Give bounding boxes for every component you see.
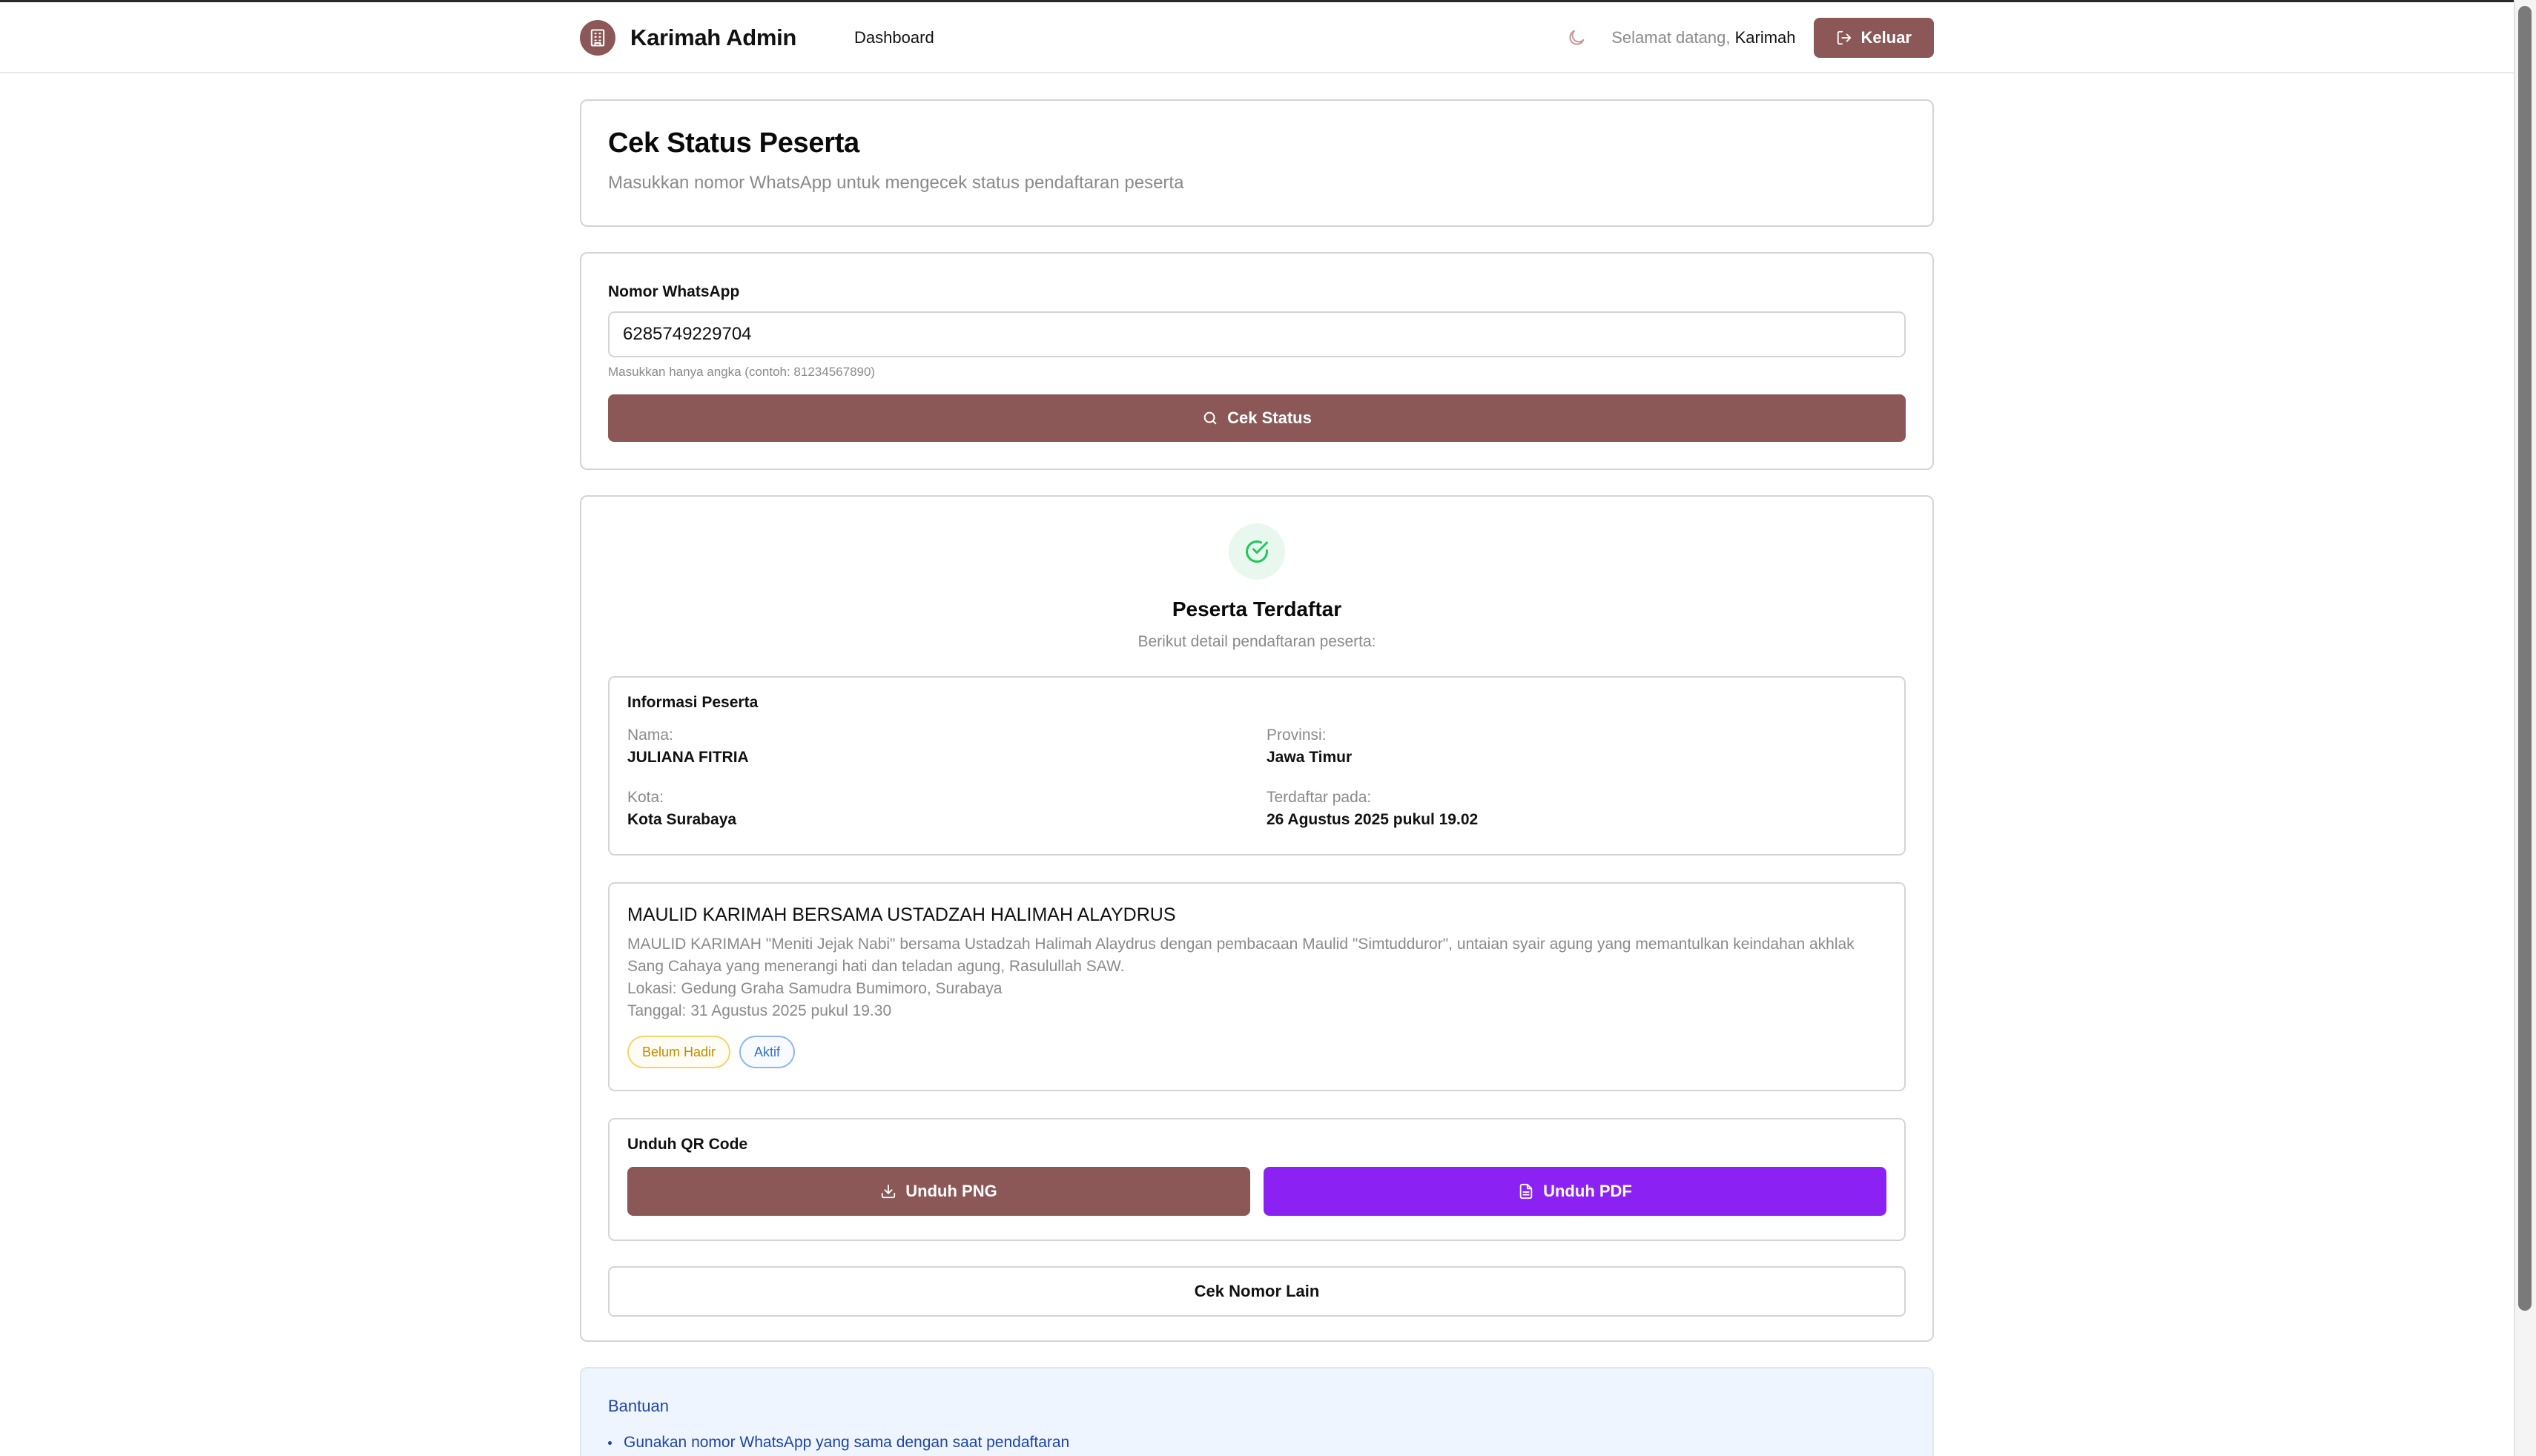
city-field: Kota: Kota Surabaya: [627, 789, 1267, 829]
province-field: Provinsi: Jawa Timur: [1267, 727, 1886, 767]
moon-icon[interactable]: [1564, 25, 1589, 50]
brand-name[interactable]: Karimah Admin: [630, 24, 796, 51]
logout-button[interactable]: Keluar: [1813, 18, 1934, 58]
event-location: Lokasi: Gedung Graha Samudra Bumimoro, S…: [627, 980, 1003, 997]
qr-buttons: Unduh PNG Unduh PDF: [627, 1167, 1886, 1216]
check-status-button[interactable]: Cek Status: [608, 394, 1906, 442]
result-subtitle: Berikut detail pendaftaran peserta:: [1137, 633, 1376, 650]
name-value: JULIANA FITRIA: [627, 749, 749, 766]
bullet-icon: [608, 1440, 612, 1445]
event-badges: Belum Hadir Aktif: [627, 1036, 1886, 1068]
city-label: Kota:: [627, 789, 664, 806]
participant-info-grid: Nama: JULIANA FITRIA Provinsi: Jawa Timu…: [627, 727, 1886, 829]
help-item-text: Gunakan nomor WhatsApp yang sama dengan …: [624, 1434, 1070, 1451]
file-text-icon: [1519, 1183, 1533, 1199]
download-png-button[interactable]: Unduh PNG: [627, 1167, 1250, 1216]
attendance-badge: Belum Hadir: [627, 1036, 731, 1068]
province-label: Provinsi:: [1267, 727, 1327, 744]
status-badge: Aktif: [739, 1036, 796, 1068]
whatsapp-hint: Masukkan hanya angka (contoh: 8123456789…: [608, 365, 876, 379]
help-list: Gunakan nomor WhatsApp yang sama dengan …: [608, 1434, 1906, 1452]
welcome-text: Selamat datang, Karimah: [1611, 28, 1795, 47]
registered-field: Terdaftar pada: 26 Agustus 2025 pukul 19…: [1267, 789, 1886, 829]
logout-icon: [1837, 30, 1851, 45]
navbar: Karimah Admin Dashboard Selamat datang, …: [0, 2, 2514, 73]
registered-label: Terdaftar pada:: [1267, 789, 1372, 806]
nav-link-dashboard[interactable]: Dashboard: [854, 28, 934, 47]
navbar-right: Selamat datang, Karimah Keluar: [1564, 18, 1934, 58]
city-value: Kota Surabaya: [627, 811, 737, 828]
header-card: Cek Status Peserta Masukkan nomor WhatsA…: [580, 99, 1934, 227]
navbar-inner: Karimah Admin Dashboard Selamat datang, …: [580, 2, 1934, 73]
check-status-label: Cek Status: [1227, 408, 1312, 427]
download-pdf-button[interactable]: Unduh PDF: [1264, 1167, 1886, 1216]
page-title: Cek Status Peserta: [608, 128, 859, 159]
participant-info-heading: Informasi Peserta: [627, 694, 759, 711]
event-description: MAULID KARIMAH "Meniti Jejak Nabi" bersa…: [627, 936, 1855, 975]
help-heading: Bantuan: [608, 1397, 669, 1415]
logout-label: Keluar: [1860, 28, 1912, 47]
name-label: Nama:: [627, 727, 673, 744]
download-png-label: Unduh PNG: [905, 1182, 997, 1200]
search-form-card: Nomor WhatsApp 6285749229704 Masukkan ha…: [580, 252, 1934, 470]
help-item: Gunakan nomor WhatsApp yang sama dengan …: [608, 1434, 1906, 1452]
download-pdf-label: Unduh PDF: [1543, 1182, 1632, 1200]
building-logo-icon[interactable]: [580, 20, 615, 56]
success-check-icon: [1229, 523, 1285, 580]
page-subtitle: Masukkan nomor WhatsApp untuk mengecek s…: [608, 173, 1184, 193]
check-other-number-button[interactable]: Cek Nomor Lain: [608, 1266, 1906, 1317]
registered-value: 26 Agustus 2025 pukul 19.02: [1267, 811, 1479, 828]
download-icon: [882, 1184, 896, 1199]
user-name: Karimah: [1734, 28, 1796, 47]
qr-download-panel: Unduh QR Code Unduh PNG Unduh PDF: [608, 1118, 1906, 1241]
whatsapp-label: Nomor WhatsApp: [608, 283, 740, 300]
name-field: Nama: JULIANA FITRIA: [627, 727, 1267, 767]
participant-info-panel: Informasi Peserta Nama: JULIANA FITRIA P…: [608, 676, 1906, 856]
result-card: Peserta Terdaftar Berikut detail pendaft…: [580, 495, 1934, 1342]
search-icon: [1203, 411, 1217, 425]
event-panel: MAULID KARIMAH BERSAMA USTADZAH HALIMAH …: [608, 882, 1906, 1091]
result-title: Peserta Terdaftar: [1172, 598, 1342, 621]
province-value: Jawa Timur: [1267, 749, 1353, 766]
scrollbar-thumb[interactable]: [2518, 6, 2532, 1311]
event-title: MAULID KARIMAH BERSAMA USTADZAH HALIMAH …: [627, 904, 1176, 925]
help-panel: Bantuan Gunakan nomor WhatsApp yang sama…: [580, 1367, 1934, 1456]
event-date: Tanggal: 31 Agustus 2025 pukul 19.30: [627, 1002, 892, 1019]
welcome-prefix: Selamat datang,: [1611, 28, 1731, 47]
qr-heading: Unduh QR Code: [627, 1136, 748, 1153]
whatsapp-input[interactable]: 6285749229704: [608, 311, 1906, 357]
